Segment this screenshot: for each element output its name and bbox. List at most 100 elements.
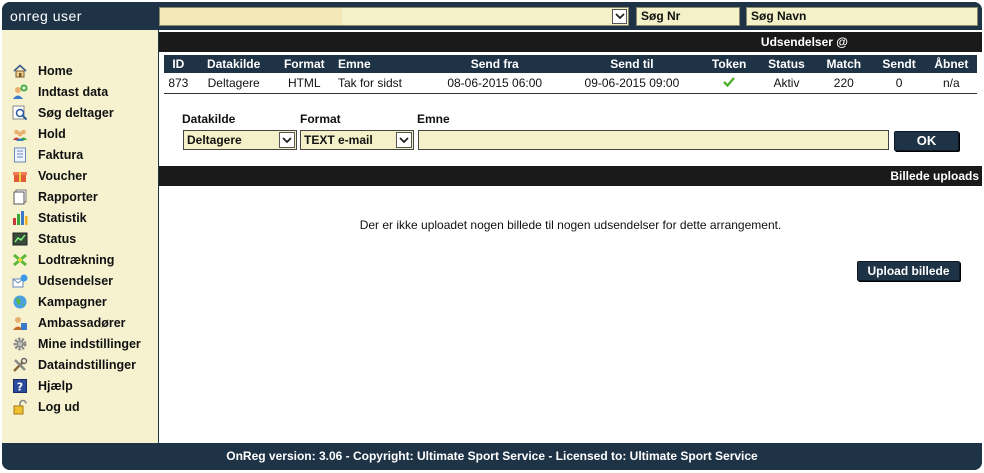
app-title: onreg user: [10, 8, 82, 24]
sidebar-item-label: Statistik: [38, 210, 87, 225]
event-select-highlight: [160, 8, 342, 25]
udsendelser-header: Udsendelser @: [159, 32, 982, 52]
lottery-icon: [12, 252, 28, 268]
cell-match: 220: [815, 73, 873, 94]
upload-billede-button[interactable]: Upload billede: [857, 261, 960, 281]
col-match[interactable]: Match: [815, 55, 873, 73]
format-select-value: TEXT e-mail: [304, 133, 373, 147]
lock-icon: [12, 399, 28, 415]
sidebar-item-label: Mine indstillinger: [38, 336, 141, 351]
ok-button[interactable]: OK: [894, 131, 959, 151]
col-format[interactable]: Format: [274, 55, 334, 73]
col-token[interactable]: Token: [700, 55, 758, 73]
sidebar-item-mine-indstillinger[interactable]: Mine indstillinger: [2, 333, 158, 354]
datakilde-select[interactable]: Deltagere: [183, 130, 297, 150]
cell-send-til: 09-06-2015 09:00: [563, 73, 701, 94]
table-header-row: ID Datakilde Format Emne Send fra Send t…: [164, 55, 977, 73]
search-icon: [12, 105, 28, 121]
help-icon: ?: [12, 378, 28, 394]
sidebar-item-label: Hjælp: [38, 378, 73, 393]
chevron-down-icon[interactable]: [279, 132, 295, 148]
cell-emne[interactable]: Tak for sidst: [333, 73, 427, 94]
cell-sendt: 0: [872, 73, 926, 94]
table-row[interactable]: 873 Deltagere HTML Tak for sidst 08-06-2…: [164, 73, 977, 94]
user-add-icon: [12, 84, 28, 100]
sidebar-nav: Home Indtast data Søg deltager Hold Fakt…: [2, 30, 158, 417]
format-select[interactable]: TEXT e-mail: [300, 130, 414, 150]
udsendelser-table: ID Datakilde Format Emne Send fra Send t…: [164, 55, 977, 94]
home-icon: [12, 63, 28, 79]
empty-uploads-message: Der er ikke uploadet nogen billede til n…: [359, 218, 782, 232]
bar-chart-icon: [12, 210, 28, 226]
sidebar-item-label: Status: [38, 231, 77, 246]
col-sendt[interactable]: Sendt: [872, 55, 926, 73]
col-send-til[interactable]: Send til: [563, 55, 701, 73]
sidebar-item-label: Dataindstillinger: [38, 357, 136, 372]
sidebar-item-udsendelser[interactable]: Udsendelser: [2, 270, 158, 291]
sidebar-item-label: Ambassadører: [38, 315, 126, 330]
cell-id[interactable]: 873: [164, 73, 193, 94]
sidebar-item-hjaelp[interactable]: ? Hjælp: [2, 375, 158, 396]
sidebar-item-dataindstillinger[interactable]: Dataindstillinger: [2, 354, 158, 375]
col-aabnet[interactable]: Åbnet: [925, 55, 977, 73]
footer: OnReg version: 3.06 - Copyright: Ultimat…: [2, 443, 982, 470]
group-icon: [12, 126, 28, 142]
report-icon: [12, 189, 28, 205]
svg-text:?: ?: [17, 380, 23, 393]
sidebar-item-label: Udsendelser: [38, 273, 114, 288]
search-nr-input[interactable]: Søg Nr: [636, 7, 740, 26]
sidebar: Home Indtast data Søg deltager Hold Fakt…: [2, 30, 158, 443]
col-send-fra[interactable]: Send fra: [426, 55, 564, 73]
sidebar-item-label: Log ud: [38, 399, 80, 414]
chevron-down-icon[interactable]: [396, 132, 412, 148]
cell-send-fra: 08-06-2015 06:00: [426, 73, 564, 94]
cell-format: HTML: [274, 73, 334, 94]
cell-aabnet: n/a: [925, 73, 977, 94]
sidebar-item-hold[interactable]: Hold: [2, 123, 158, 144]
col-datakilde[interactable]: Datakilde: [192, 55, 275, 73]
datakilde-label: Datakilde: [182, 112, 236, 126]
gift-icon: [12, 168, 28, 184]
col-emne[interactable]: Emne: [333, 55, 427, 73]
sidebar-item-label: Indtast data: [38, 84, 109, 99]
search-name-input[interactable]: Søg Navn: [746, 7, 978, 26]
sidebar-item-label: Søg deltager: [38, 105, 114, 120]
sidebar-item-home[interactable]: Home: [2, 60, 158, 81]
billede-uploads-header: Billede uploads: [159, 166, 982, 186]
broadcast-icon: [12, 273, 28, 289]
gear-icon: [12, 336, 28, 352]
sidebar-item-lodtraekning[interactable]: Lodtrækning: [2, 249, 158, 270]
top-bar: onreg user Søg Nr Søg Navn: [2, 2, 982, 30]
sidebar-item-indtast-data[interactable]: Indtast data: [2, 81, 158, 102]
sidebar-item-log-ud[interactable]: Log ud: [2, 396, 158, 417]
sidebar-item-soeg-deltager[interactable]: Søg deltager: [2, 102, 158, 123]
event-select[interactable]: [159, 7, 629, 26]
col-id[interactable]: ID: [164, 55, 193, 73]
sidebar-item-faktura[interactable]: Faktura: [2, 144, 158, 165]
chevron-down-icon[interactable]: [612, 9, 627, 24]
ambassador-icon: [12, 315, 28, 331]
main-content: Udsendelser @ ID Datakilde Format Emne S…: [159, 30, 982, 443]
cell-token: [700, 73, 758, 94]
cell-datakilde: Deltagere: [192, 73, 275, 94]
format-label: Format: [300, 112, 341, 126]
datakilde-select-value: Deltagere: [187, 133, 242, 147]
globe-icon: [12, 294, 28, 310]
sidebar-item-label: Home: [38, 63, 73, 78]
sidebar-item-ambassadoerer[interactable]: Ambassadører: [2, 312, 158, 333]
sidebar-item-status[interactable]: Status: [2, 228, 158, 249]
emne-label: Emne: [417, 112, 450, 126]
sidebar-item-label: Lodtrækning: [38, 252, 115, 267]
tools-icon: [12, 357, 28, 373]
checkmark-icon: [723, 76, 736, 90]
sidebar-item-statistik[interactable]: Statistik: [2, 207, 158, 228]
emne-input[interactable]: [418, 130, 889, 150]
sidebar-item-voucher[interactable]: Voucher: [2, 165, 158, 186]
sidebar-item-kampagner[interactable]: Kampagner: [2, 291, 158, 312]
col-status[interactable]: Status: [757, 55, 816, 73]
sidebar-item-rapporter[interactable]: Rapporter: [2, 186, 158, 207]
sidebar-item-label: Hold: [38, 126, 66, 141]
sidebar-item-label: Voucher: [38, 168, 88, 183]
sidebar-item-label: Rapporter: [38, 189, 98, 204]
sidebar-item-label: Kampagner: [38, 294, 107, 309]
